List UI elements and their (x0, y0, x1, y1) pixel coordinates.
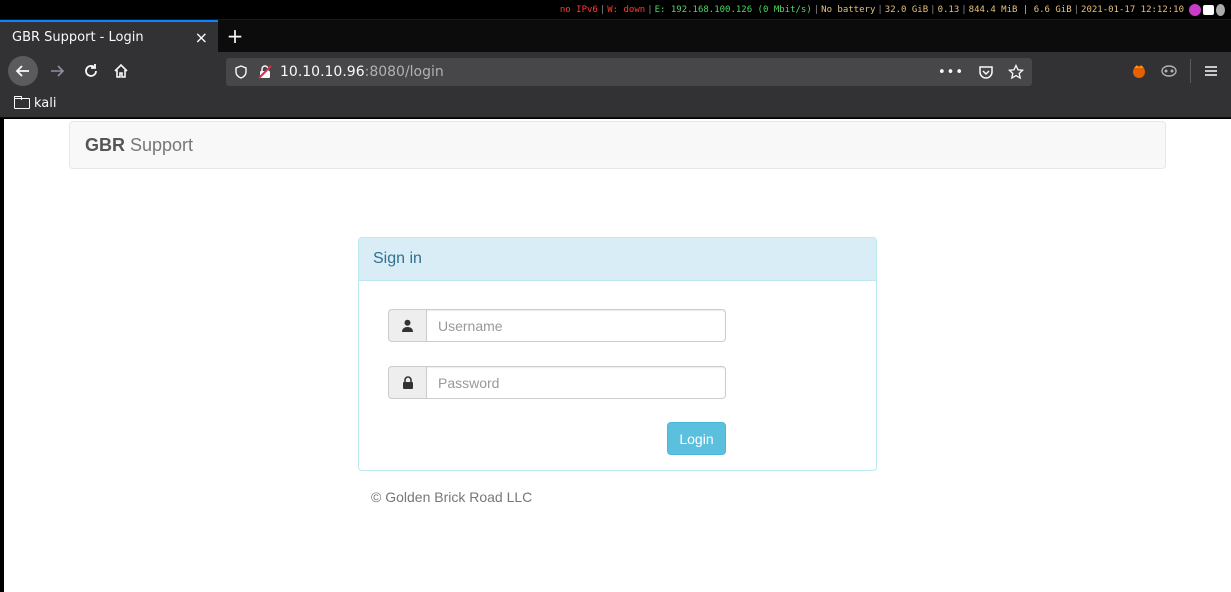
system-status-bar: no IPv6 | W: down | E: 192.168.100.126 (0 … (0, 0, 1231, 20)
load-status: 0.13 (937, 4, 960, 15)
wifi-status: W: down (607, 4, 646, 15)
folder-icon (14, 96, 30, 109)
shield-icon[interactable] (234, 65, 248, 79)
datetime-status: 2021-01-17 12:12:10 (1081, 4, 1184, 15)
url-host: 10.10.10.96 (280, 64, 365, 80)
reload-button[interactable] (76, 56, 106, 86)
disk-status: 32.0 GiB (884, 4, 929, 15)
menu-icon[interactable] (1203, 63, 1219, 79)
navigation-toolbar: 10.10.10.96:8080/login ••• (0, 52, 1231, 90)
pocket-icon[interactable] (978, 64, 994, 80)
forward-icon (51, 65, 65, 77)
insecure-lock-icon[interactable] (258, 65, 272, 79)
brand-suffix[interactable]: Support (130, 135, 193, 156)
back-icon (15, 65, 29, 77)
ipv6-status: no IPv6 (559, 4, 598, 15)
panel-title: Sign in (359, 238, 876, 281)
url-path: :8080/login (364, 64, 444, 80)
address-bar[interactable]: 10.10.10.96:8080/login ••• (226, 58, 1032, 86)
mask-extension-icon[interactable] (1160, 62, 1178, 80)
toolbar-separator (1190, 59, 1191, 83)
tab-title: GBR Support - Login (12, 29, 144, 45)
bookmark-folder-label: kali (34, 96, 57, 111)
user-icon (402, 319, 413, 332)
username-addon (388, 309, 426, 342)
more-icon[interactable]: ••• (938, 65, 964, 80)
new-tab-button[interactable]: + (218, 20, 252, 52)
battery-status: No battery (821, 4, 876, 15)
login-button[interactable]: Login (667, 422, 726, 455)
password-addon (388, 366, 426, 399)
username-input[interactable] (426, 309, 726, 342)
footer-copyright: © Golden Brick Road LLC (371, 489, 533, 505)
lock-icon (402, 376, 413, 389)
web-page: GBR Support Sign in Login © Golden Brick… (4, 119, 1231, 592)
home-icon (114, 63, 128, 78)
tray-app-icon[interactable] (1189, 3, 1201, 16)
reload-icon (85, 64, 97, 77)
password-input[interactable] (426, 366, 726, 399)
tab-strip: GBR Support - Login × + (0, 20, 1231, 52)
close-icon[interactable]: × (195, 28, 208, 47)
brand-name[interactable]: GBR (85, 135, 125, 156)
login-panel: Sign in Login (358, 237, 877, 471)
bookmark-folder-kali[interactable]: kali (14, 96, 57, 111)
forward-button[interactable] (42, 56, 72, 86)
memory-status: 844.4 MiB | 6.6 GiB (968, 4, 1072, 15)
home-button[interactable] (106, 56, 136, 86)
tray-window-icon[interactable] (1203, 4, 1214, 15)
ethernet-status: E: 192.168.100.126 (0 Mbit/s) (654, 4, 812, 15)
password-group (388, 366, 726, 399)
site-navbar: GBR Support (69, 121, 1166, 169)
username-group (388, 309, 726, 342)
bookmarks-toolbar: kali (0, 90, 1231, 118)
firefox-extension-icon[interactable] (1130, 62, 1148, 80)
tab-login[interactable]: GBR Support - Login × (0, 20, 218, 52)
star-icon[interactable] (1008, 64, 1024, 80)
tray-network-icon[interactable] (1216, 3, 1225, 16)
back-button[interactable] (8, 56, 38, 86)
